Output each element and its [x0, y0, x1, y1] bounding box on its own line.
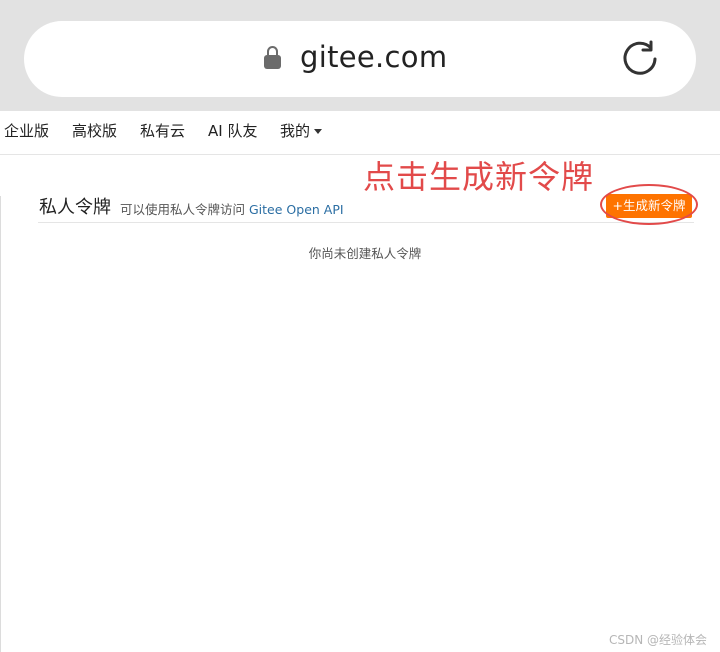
section-description: 可以使用私人令牌访问 Gitee Open API: [120, 199, 344, 218]
browser-toolbar: gitee.com: [0, 0, 720, 111]
nav-item-education[interactable]: 高校版: [72, 120, 117, 141]
nav-item-mine-label: 我的: [280, 122, 311, 140]
lock-icon[interactable]: [264, 46, 281, 70]
nav-item-enterprise[interactable]: 企业版: [4, 120, 49, 141]
description-text: 可以使用私人令牌访问: [120, 202, 246, 217]
empty-state-message: 你尚未创建私人令牌: [308, 246, 422, 261]
url-text[interactable]: gitee.com: [300, 40, 447, 74]
tokens-section-header: 私人令牌 可以使用私人令牌访问 Gitee Open API: [38, 190, 694, 223]
reload-icon[interactable]: [620, 39, 660, 79]
nav-item-mine[interactable]: 我的: [280, 120, 323, 141]
top-nav: 企业版 高校版 私有云 AI 队友 我的: [0, 111, 720, 155]
section-title: 私人令牌: [39, 197, 111, 218]
generate-token-button[interactable]: +生成新令牌: [606, 194, 692, 218]
nav-item-ai-teammate[interactable]: AI 队友: [208, 120, 257, 141]
caret-down-icon: [314, 129, 323, 134]
content-left-border: [0, 196, 1, 652]
open-api-link[interactable]: Gitee Open API: [249, 202, 344, 217]
nav-item-private-cloud[interactable]: 私有云: [140, 120, 185, 141]
watermark: CSDN @经验体会: [609, 633, 708, 647]
